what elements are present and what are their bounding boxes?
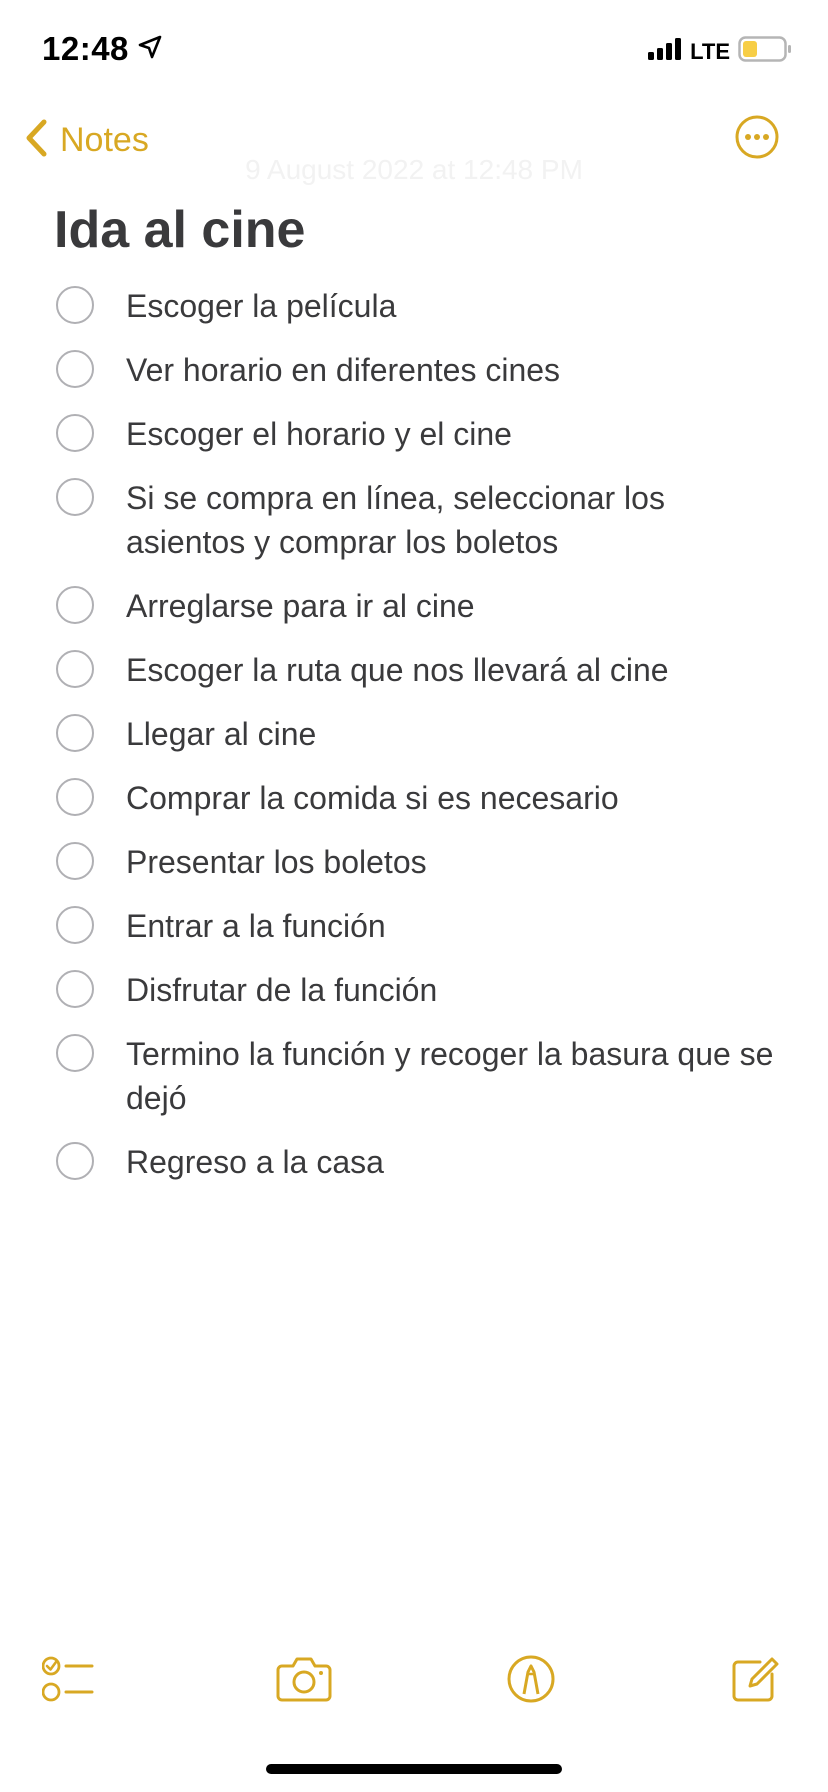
checklist-item-text[interactable]: Presentar los boletos bbox=[126, 840, 427, 884]
markup-button[interactable] bbox=[506, 1654, 556, 1709]
compose-icon bbox=[730, 1657, 780, 1708]
checklist-item-text[interactable]: Escoger el horario y el cine bbox=[126, 412, 512, 456]
checkbox[interactable] bbox=[56, 714, 94, 752]
more-button[interactable] bbox=[734, 114, 780, 165]
checklist-item: Escoger la película bbox=[56, 284, 776, 328]
checklist-item: Presentar los boletos bbox=[56, 840, 776, 884]
checklist-icon bbox=[41, 1656, 96, 1708]
ellipsis-circle-icon bbox=[734, 115, 780, 164]
home-indicator[interactable] bbox=[266, 1764, 562, 1774]
checklist-item-text[interactable]: Ver horario en diferentes cines bbox=[126, 348, 560, 392]
checklist-item: Arreglarse para ir al cine bbox=[56, 584, 776, 628]
checkbox[interactable] bbox=[56, 778, 94, 816]
checklist-item: Si se compra en línea, seleccionar los a… bbox=[56, 476, 776, 564]
battery-icon bbox=[738, 36, 792, 67]
checklist-item: Comprar la comida si es necesario bbox=[56, 776, 776, 820]
checklist-item-text[interactable]: Termino la función y recoger la basura q… bbox=[126, 1032, 776, 1120]
checkbox[interactable] bbox=[56, 350, 94, 388]
checklist-item: Disfrutar de la función bbox=[56, 968, 776, 1012]
checklist-item-text[interactable]: Escoger la ruta que nos llevará al cine bbox=[126, 648, 669, 692]
checkbox[interactable] bbox=[56, 970, 94, 1008]
note-title[interactable]: Ida al cine bbox=[54, 200, 305, 260]
checklist-item: Termino la función y recoger la basura q… bbox=[56, 1032, 776, 1120]
note-date: 9 August 2022 at 12:48 PM bbox=[245, 154, 583, 185]
nav-bar: Notes 9 August 2022 at 12:48 PM bbox=[0, 110, 828, 185]
compose-button[interactable] bbox=[730, 1654, 780, 1709]
checklist-item-text[interactable]: Si se compra en línea, seleccionar los a… bbox=[126, 476, 776, 564]
checklist-item: Ver horario en diferentes cines bbox=[56, 348, 776, 392]
cellular-signal-icon bbox=[648, 38, 682, 65]
checkbox[interactable] bbox=[56, 286, 94, 324]
network-type: LTE bbox=[690, 38, 730, 64]
markup-pen-icon bbox=[506, 1655, 556, 1708]
checklist-item: Regreso a la casa bbox=[56, 1140, 776, 1184]
checklist-item: Llegar al cine bbox=[56, 712, 776, 756]
status-bar: 12:48 LTE bbox=[0, 0, 828, 96]
checklist-item: Escoger el horario y el cine bbox=[56, 412, 776, 456]
checklist-item-text[interactable]: Entrar a la función bbox=[126, 904, 386, 948]
checklist-item-text[interactable]: Regreso a la casa bbox=[126, 1140, 384, 1184]
checkbox[interactable] bbox=[56, 906, 94, 944]
checkbox[interactable] bbox=[56, 650, 94, 688]
checklist-item-text[interactable]: Disfrutar de la función bbox=[126, 968, 437, 1012]
checklist-button[interactable] bbox=[41, 1654, 96, 1709]
checklist-item-text[interactable]: Arreglarse para ir al cine bbox=[126, 584, 475, 628]
checklist-item-text[interactable]: Escoger la película bbox=[126, 284, 396, 328]
checkbox[interactable] bbox=[56, 842, 94, 880]
checklist-item-text[interactable]: Llegar al cine bbox=[126, 712, 316, 756]
checklist: Escoger la película Ver horario en difer… bbox=[56, 284, 776, 1204]
status-time-group: 12:48 bbox=[42, 30, 163, 68]
checkbox[interactable] bbox=[56, 1034, 94, 1072]
camera-icon bbox=[276, 1657, 332, 1706]
status-time: 12:48 bbox=[42, 30, 129, 67]
camera-button[interactable] bbox=[276, 1654, 332, 1707]
location-arrow-icon bbox=[137, 30, 163, 68]
checkbox[interactable] bbox=[56, 414, 94, 452]
checkbox[interactable] bbox=[56, 586, 94, 624]
checkbox[interactable] bbox=[56, 1142, 94, 1180]
bottom-toolbar bbox=[0, 1640, 828, 1720]
status-indicators: LTE bbox=[648, 36, 792, 67]
checklist-item: Escoger la ruta que nos llevará al cine bbox=[56, 648, 776, 692]
checklist-item: Entrar a la función bbox=[56, 904, 776, 948]
checklist-item-text[interactable]: Comprar la comida si es necesario bbox=[126, 776, 619, 820]
checkbox[interactable] bbox=[56, 478, 94, 516]
